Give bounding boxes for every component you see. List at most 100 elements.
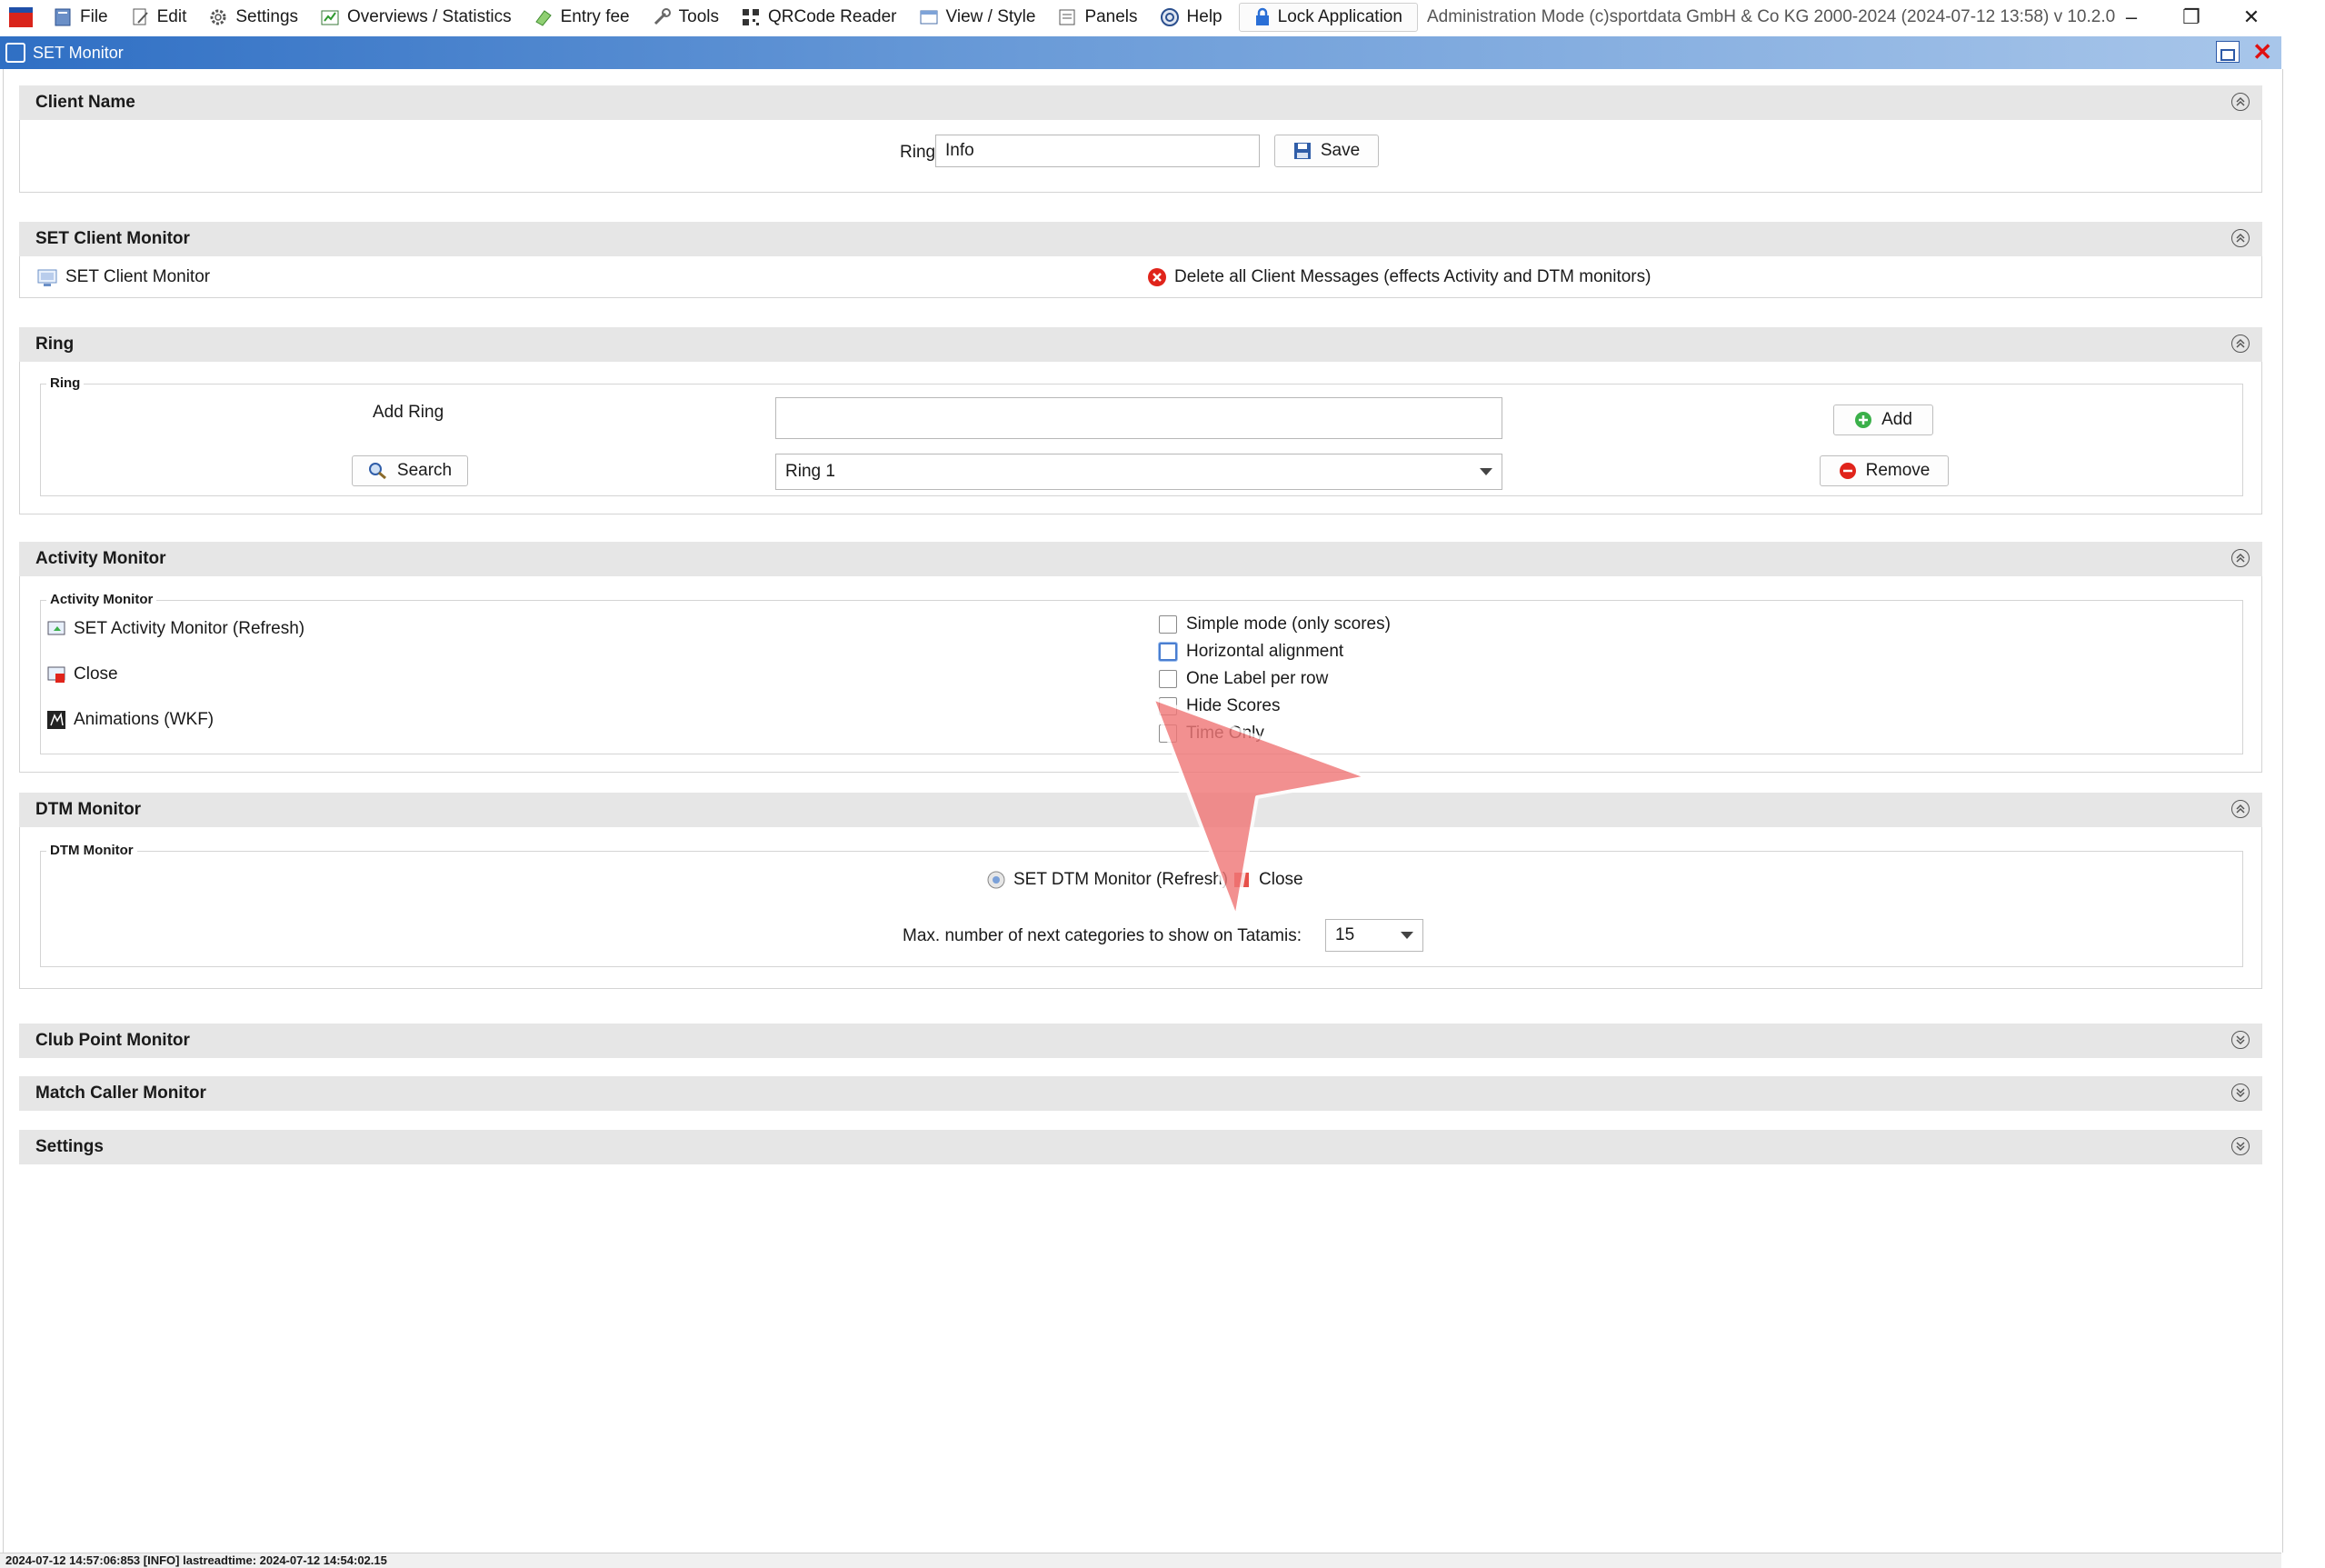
close-window-button[interactable]: ✕	[2252, 40, 2272, 64]
set-dtm-monitor-refresh-label: SET DTM Monitor (Refresh)	[1013, 870, 1229, 889]
add-label: Add	[1881, 410, 1912, 429]
save-label: Save	[1320, 141, 1361, 160]
hide-scores-checkbox[interactable]	[1159, 697, 1177, 715]
animations-wkf-label: Animations (WKF)	[74, 710, 215, 729]
one-label-per-row-checkbox[interactable]	[1159, 670, 1177, 688]
add-icon	[1855, 412, 1872, 428]
menu-qrcode[interactable]: QRCode Reader	[730, 0, 908, 35]
dtm-monitor-group-label: DTM Monitor	[46, 843, 137, 858]
menu-overviews[interactable]: Overviews / Statistics	[309, 0, 523, 35]
collapse-up-icon[interactable]	[2231, 335, 2250, 353]
restore-window-button[interactable]	[2216, 41, 2240, 63]
set-client-monitor-panel: SET Client Monitor Delete all Client Mes…	[19, 256, 2262, 298]
max-categories-label: Max. number of next categories to show o…	[903, 926, 1302, 945]
dtm-monitor-group: DTM Monitor SET DTM Monitor (Refresh) Cl…	[40, 843, 2243, 967]
match-caller-monitor-panel-header[interactable]: Match Caller Monitor	[19, 1076, 2262, 1111]
status-bar: 2024-07-12 14:57:06:853 [INFO] lastreadt…	[0, 1553, 2281, 1568]
collapse-up-icon[interactable]	[2231, 800, 2250, 818]
menu-file[interactable]: File	[42, 0, 119, 35]
monitor-icon	[37, 269, 57, 286]
minimize-button[interactable]: –	[2101, 0, 2161, 35]
set-dtm-monitor-refresh-link[interactable]: SET DTM Monitor (Refresh)	[986, 870, 1228, 890]
menu-overviews-label: Overviews / Statistics	[347, 7, 512, 26]
settings-panel-header[interactable]: Settings	[19, 1130, 2262, 1164]
qrcode-icon	[742, 9, 759, 25]
menu-qrcode-label: QRCode Reader	[767, 7, 897, 26]
hide-scores-label: Hide Scores	[1186, 696, 1281, 715]
club-point-monitor-panel-header[interactable]: Club Point Monitor	[19, 1024, 2262, 1058]
horizontal-alignment-label: Horizontal alignment	[1186, 642, 1344, 661]
expand-down-icon[interactable]	[2231, 1031, 2250, 1049]
animations-wkf-link[interactable]: Animations (WKF)	[46, 710, 214, 730]
activity-monitor-panel: Activity Monitor SET Activity Monitor (R…	[19, 576, 2262, 773]
settings-panel-title: Settings	[35, 1137, 104, 1156]
maximize-button[interactable]: ❐	[2161, 0, 2221, 35]
menu-settings-label: Settings	[235, 7, 299, 26]
menu-file-label: File	[80, 7, 108, 26]
menu-view-style[interactable]: View / Style	[908, 0, 1047, 35]
window-title: SET Monitor	[33, 43, 124, 62]
remove-label: Remove	[1865, 461, 1931, 480]
ring-name-value: Info	[945, 141, 974, 160]
ring-panel: Ring Add Ring Add Search Ring 1 Remove	[19, 362, 2262, 514]
dtm-monitor-panel-header[interactable]: DTM Monitor	[19, 793, 2262, 827]
chevron-down-icon	[1401, 932, 1413, 939]
gear-icon	[210, 9, 226, 25]
dtm-monitor-close-link[interactable]: Close	[1232, 870, 1303, 890]
menu-settings[interactable]: Settings	[197, 0, 309, 35]
set-client-monitor-link-label: SET Client Monitor	[65, 267, 211, 286]
set-activity-monitor-refresh-link[interactable]: SET Activity Monitor (Refresh)	[46, 619, 304, 639]
time-only-checkbox[interactable]	[1159, 724, 1177, 743]
collapse-up-icon[interactable]	[2231, 93, 2250, 111]
max-categories-select[interactable]: 15	[1325, 919, 1423, 952]
statistics-icon	[321, 10, 339, 25]
search-icon	[368, 463, 386, 480]
activity-monitor-group-label: Activity Monitor	[46, 592, 157, 607]
remove-ring-button[interactable]: Remove	[1820, 455, 1949, 486]
delete-client-messages-label: Delete all Client Messages (effects Acti…	[1174, 267, 1651, 286]
horizontal-alignment-checkbox[interactable]	[1159, 643, 1177, 661]
menu-tools[interactable]: Tools	[641, 0, 730, 35]
ring-group-label: Ring	[46, 375, 85, 391]
monitor-close-icon	[47, 666, 65, 683]
save-button[interactable]: Save	[1274, 135, 1379, 167]
expand-down-icon[interactable]	[2231, 1137, 2250, 1155]
ring-name-input[interactable]: Info	[935, 135, 1260, 167]
close-app-button[interactable]: ✕	[2221, 0, 2281, 35]
menu-panels-label: Panels	[1084, 7, 1138, 26]
activity-monitor-group: Activity Monitor SET Activity Monitor (R…	[40, 592, 2243, 754]
simple-mode-checkbox[interactable]	[1159, 615, 1177, 634]
add-ring-label: Add Ring	[373, 403, 444, 422]
menu-panels[interactable]: Panels	[1046, 0, 1148, 35]
delete-client-messages-button[interactable]: Delete all Client Messages (effects Acti…	[1147, 267, 1651, 287]
ring-panel-header[interactable]: Ring	[19, 327, 2262, 362]
set-client-monitor-link[interactable]: SET Client Monitor	[36, 267, 210, 287]
dtm-close-icon	[1234, 873, 1249, 887]
lock-icon	[1255, 7, 1269, 25]
menu-edit[interactable]: Edit	[119, 0, 198, 35]
add-ring-input[interactable]	[775, 397, 1502, 439]
lock-application-button[interactable]: Lock Application	[1238, 3, 1418, 32]
search-ring-button[interactable]: Search	[352, 455, 468, 486]
menu-help[interactable]: Help	[1149, 0, 1233, 35]
monitor-window-icon	[5, 43, 25, 63]
activity-monitor-close-link[interactable]: Close	[46, 664, 118, 684]
animation-icon	[47, 711, 65, 729]
client-name-panel-header[interactable]: Client Name	[19, 85, 2262, 120]
delete-icon	[1148, 268, 1166, 286]
client-name-panel: Ring Info Save	[19, 120, 2262, 193]
add-ring-button[interactable]: Add	[1833, 404, 1933, 435]
save-icon	[1293, 143, 1311, 159]
collapse-up-icon[interactable]	[2231, 229, 2250, 247]
expand-down-icon[interactable]	[2231, 1084, 2250, 1102]
menu-edit-label: Edit	[156, 7, 187, 26]
menu-bar: File Edit Settings Overviews / Statistic…	[0, 0, 2281, 35]
ring-select[interactable]: Ring 1	[775, 454, 1502, 490]
remove-icon	[1839, 463, 1856, 479]
set-client-monitor-title: SET Client Monitor	[35, 229, 190, 248]
activity-monitor-panel-header[interactable]: Activity Monitor	[19, 542, 2262, 576]
collapse-up-icon[interactable]	[2231, 549, 2250, 567]
menu-tools-label: Tools	[678, 7, 719, 26]
menu-entry-fee[interactable]: Entry fee	[523, 0, 641, 35]
set-client-monitor-panel-header[interactable]: SET Client Monitor	[19, 222, 2262, 256]
